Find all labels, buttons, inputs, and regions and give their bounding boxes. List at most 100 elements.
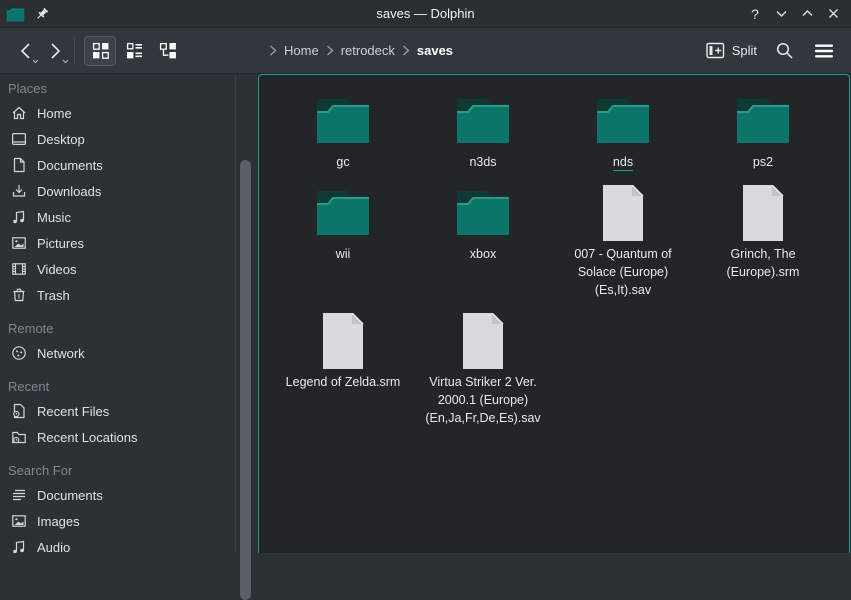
- breadcrumb-chevron-icon[interactable]: [326, 45, 334, 56]
- file-icon: [315, 313, 371, 369]
- file-icon: [595, 185, 651, 241]
- sidebar-item-downloads[interactable]: Downloads: [0, 178, 235, 204]
- item-label: Grinch, The (Europe).srm: [700, 245, 826, 281]
- file-item-grinch-the[interactable]: Grinch, The (Europe).srm: [693, 185, 833, 299]
- breadcrumb: Home retrodeck saves: [269, 43, 706, 58]
- split-button-label: Split: [732, 43, 757, 58]
- breadcrumb-chevron-icon[interactable]: [402, 45, 410, 56]
- forward-button[interactable]: [40, 36, 70, 66]
- sidebar-item-recent-files[interactable]: Recent Files: [0, 398, 235, 424]
- icons-view-button[interactable]: [84, 36, 116, 66]
- breadcrumb-retrodeck[interactable]: retrodeck: [341, 43, 395, 58]
- sidebar-item-label: Pictures: [37, 236, 84, 251]
- folder-item-xbox[interactable]: xbox: [413, 185, 553, 299]
- file-item-007-quantum-of-solace[interactable]: 007 - Quantum of Solace (Europe) (Es,It)…: [553, 185, 693, 299]
- download-icon: [10, 183, 27, 200]
- tree-view-icon: [159, 42, 177, 59]
- document-icon: [10, 157, 27, 174]
- close-button[interactable]: [823, 4, 843, 24]
- folder-icon: [315, 93, 371, 149]
- maximize-button[interactable]: [797, 4, 817, 24]
- sidebar-item-home[interactable]: Home: [0, 100, 235, 126]
- sidebar-item-label: Videos: [37, 262, 77, 277]
- sidebar-item-label: Downloads: [37, 184, 101, 199]
- file-item-legend-of-zelda[interactable]: Legend of Zelda.srm: [273, 313, 413, 427]
- sidebar-item-network[interactable]: Network: [0, 340, 235, 366]
- sidebar-item-recent-locations[interactable]: Recent Locations: [0, 424, 235, 450]
- breadcrumb-home[interactable]: Home: [284, 43, 319, 58]
- tree-view-button[interactable]: [152, 36, 184, 66]
- sidebar-item-pictures[interactable]: Pictures: [0, 230, 235, 256]
- item-label: xbox: [470, 245, 496, 263]
- icons-view-icon: [92, 42, 109, 59]
- music-note-icon: [10, 209, 27, 226]
- minimize-button[interactable]: [771, 4, 791, 24]
- dolphin-window: saves — Dolphin ?: [0, 0, 851, 553]
- section-header-places: Places: [0, 78, 235, 100]
- network-icon: [10, 345, 27, 362]
- home-icon: [10, 105, 27, 122]
- folder-icon: [315, 185, 371, 241]
- sidebar-item-trash[interactable]: Trash: [0, 282, 235, 308]
- image-icon: [10, 235, 27, 252]
- folder-view: gc n3ds nds ps2 wii: [258, 74, 850, 553]
- search-button[interactable]: [771, 38, 797, 64]
- item-label: ps2: [753, 153, 773, 171]
- folder-item-wii[interactable]: wii: [273, 185, 413, 299]
- sidebar-item-videos[interactable]: Videos: [0, 256, 235, 282]
- item-label: Legend of Zelda.srm: [286, 373, 401, 391]
- breadcrumb-chevron-icon[interactable]: [269, 45, 277, 56]
- file-icon: [455, 313, 511, 369]
- folder-icon: [455, 93, 511, 149]
- places-panel: Places Home Desktop: [0, 74, 258, 553]
- sidebar-item-search-documents[interactable]: Documents: [0, 482, 235, 508]
- back-button[interactable]: [10, 36, 40, 66]
- sidebar-item-search-audio[interactable]: Audio: [0, 534, 235, 553]
- folder-item-n3ds[interactable]: n3ds: [413, 93, 553, 171]
- breadcrumb-saves[interactable]: saves: [417, 43, 453, 58]
- item-label: nds: [613, 153, 633, 171]
- file-icon: [735, 185, 791, 241]
- split-button[interactable]: Split: [706, 42, 757, 59]
- forward-history-caret-icon[interactable]: [62, 59, 69, 64]
- file-grid: gc n3ds nds ps2 wii: [259, 75, 849, 435]
- sidebar-item-search-images[interactable]: Images: [0, 508, 235, 534]
- folder-item-ps2[interactable]: ps2: [693, 93, 833, 171]
- sidebar-item-label: Recent Files: [37, 404, 109, 419]
- sidebar-item-music[interactable]: Music: [0, 204, 235, 230]
- titlebar: saves — Dolphin ?: [0, 0, 851, 28]
- item-label: wii: [336, 245, 351, 263]
- sidebar-item-label: Desktop: [37, 132, 85, 147]
- file-item-virtua-striker-2[interactable]: Virtua Striker 2 Ver. 2000.1 (Europe) (E…: [413, 313, 553, 427]
- item-label: Virtua Striker 2 Ver. 2000.1 (Europe) (E…: [420, 373, 546, 427]
- back-history-caret-icon[interactable]: [32, 59, 39, 64]
- pin-icon[interactable]: [35, 7, 49, 21]
- trash-icon: [10, 287, 27, 304]
- toolbar-separator: [74, 38, 75, 64]
- sidebar-item-label: Trash: [37, 288, 70, 303]
- sidebar-item-label: Images: [37, 514, 80, 529]
- folder-icon: [595, 93, 651, 149]
- details-view-icon: [126, 42, 143, 59]
- split-view-icon: [706, 42, 725, 59]
- image-icon: [10, 513, 27, 530]
- app-folder-icon: [6, 6, 25, 22]
- music-note-icon: [10, 539, 27, 554]
- section-header-recent: Recent: [0, 376, 235, 398]
- folder-item-nds[interactable]: nds: [553, 93, 693, 171]
- help-button[interactable]: ?: [745, 4, 765, 24]
- sidebar-item-label: Recent Locations: [37, 430, 137, 445]
- hamburger-menu-button[interactable]: [811, 38, 837, 64]
- section-header-remote: Remote: [0, 318, 235, 340]
- toolbar: Home retrodeck saves Split: [0, 28, 851, 74]
- window-controls: ?: [745, 4, 851, 24]
- recent-folder-icon: [10, 429, 27, 446]
- sidebar-item-desktop[interactable]: Desktop: [0, 126, 235, 152]
- item-label: 007 - Quantum of Solace (Europe) (Es,It)…: [560, 245, 686, 299]
- section-header-search-for: Search For: [0, 460, 235, 482]
- sidebar-scrollbar[interactable]: [240, 160, 251, 600]
- sidebar-item-documents[interactable]: Documents: [0, 152, 235, 178]
- details-view-button[interactable]: [118, 36, 150, 66]
- folder-item-gc[interactable]: gc: [273, 93, 413, 171]
- hamburger-menu-icon: [814, 43, 834, 59]
